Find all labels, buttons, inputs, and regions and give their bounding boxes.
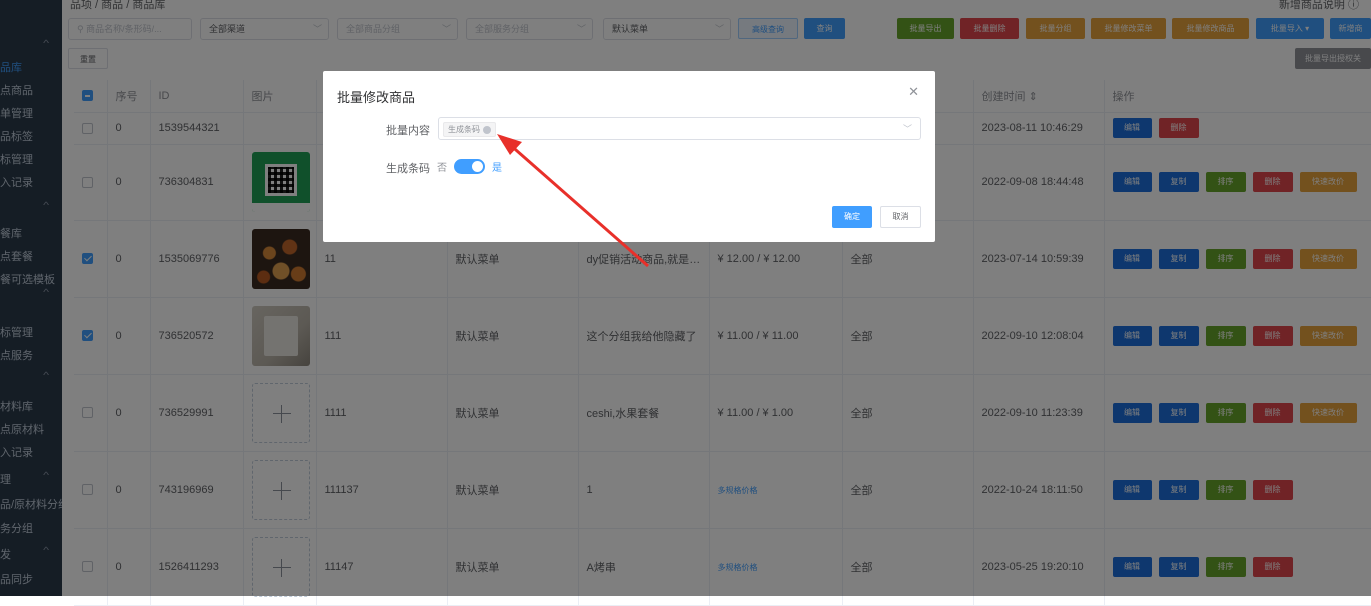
confirm-button[interactable]: 确定: [832, 206, 872, 228]
batch-edit-dialog: 批量修改商品 ✕ 批量内容 生成条码 ﹀ 生成条码 否 是 确定 取消: [323, 71, 935, 242]
cancel-button[interactable]: 取消: [880, 206, 921, 228]
content-label: 批量内容: [386, 125, 430, 137]
switch-off-label[interactable]: 否: [437, 159, 447, 174]
close-icon[interactable]: ✕: [908, 84, 919, 100]
selected-tag-label: 生成条码: [448, 125, 480, 134]
tag-close-icon[interactable]: [483, 125, 491, 134]
switch-on-label[interactable]: 是: [492, 159, 502, 174]
content-multiselect[interactable]: 生成条码 ﹀: [438, 117, 921, 140]
chevron-down-icon: ﹀: [902, 124, 912, 134]
dialog-title: 批量修改商品: [337, 90, 416, 105]
selected-tag: 生成条码: [443, 122, 496, 137]
barcode-label: 生成条码: [386, 163, 430, 175]
barcode-switch[interactable]: [454, 159, 485, 174]
